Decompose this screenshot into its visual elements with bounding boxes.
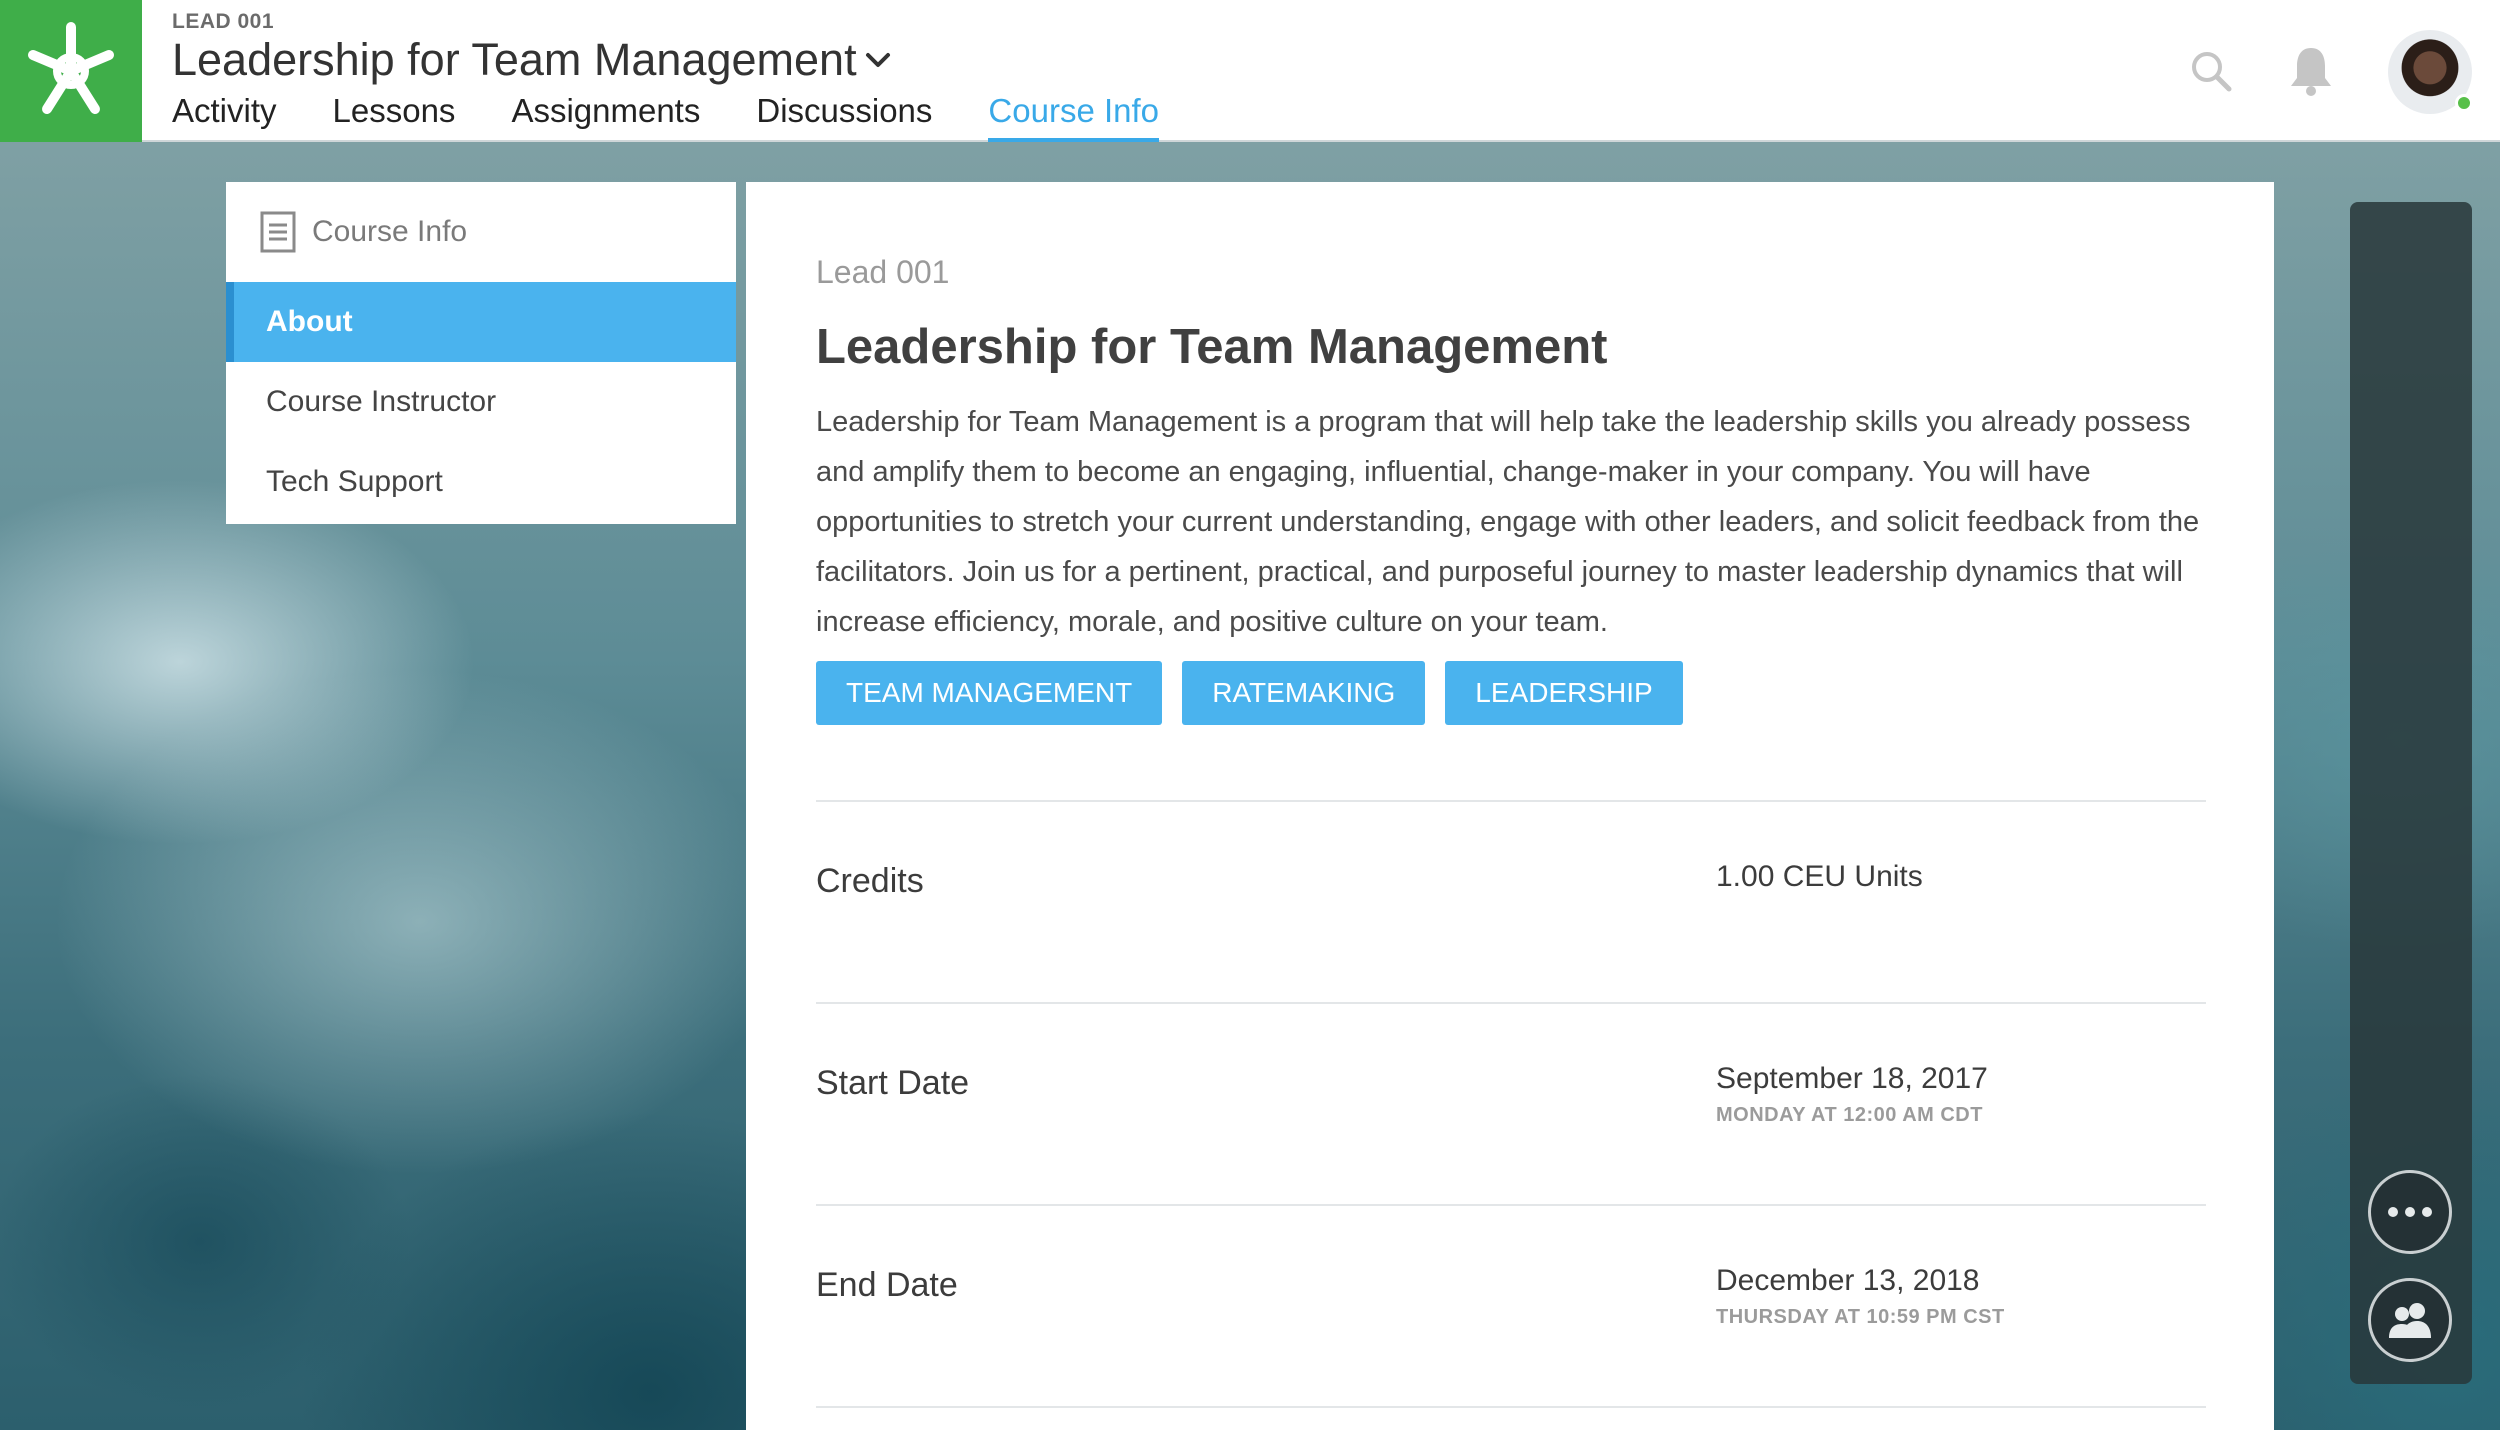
course-code: LEAD 001 — [172, 10, 275, 33]
end-date-label: End Date — [816, 1266, 958, 1304]
search-icon[interactable] — [2190, 50, 2232, 97]
asterisk-logo-icon — [28, 22, 114, 114]
top-bar: LEAD 001 Leadership for Team Management … — [0, 0, 2500, 142]
end-date-detail: THURSDAY AT 10:59 PM CST — [1716, 1306, 2005, 1328]
participants-button[interactable] — [2368, 1278, 2452, 1362]
people-icon — [2389, 1303, 2431, 1338]
tab-activity[interactable]: Activity — [172, 92, 277, 142]
online-status-indicator — [2455, 94, 2473, 112]
bell-icon[interactable] — [2288, 44, 2334, 101]
credits-row: Credits 1.00 CEU Units — [816, 800, 2206, 1002]
course-info-menu: Course Info About Course Instructor Tech… — [226, 182, 736, 524]
start-date-label: Start Date — [816, 1064, 970, 1102]
tab-course-info[interactable]: Course Info — [988, 92, 1159, 142]
menu-header: Course Info — [226, 182, 736, 282]
ellipsis-icon — [2388, 1207, 2432, 1217]
document-icon — [260, 211, 296, 253]
tag-list: TEAM MANAGEMENT RATEMAKING LEADERSHIP — [816, 661, 2206, 725]
menu-title: Course Info — [312, 215, 468, 248]
course-code-label: Lead 001 — [816, 254, 950, 290]
tab-lessons[interactable]: Lessons — [333, 92, 456, 142]
brand-logo[interactable] — [0, 0, 142, 142]
credits-value: 1.00 CEU Units — [1716, 860, 1923, 893]
course-description: Leadership for Team Management is a prog… — [816, 406, 2200, 638]
tag-team-management[interactable]: TEAM MANAGEMENT — [816, 661, 1163, 725]
divider — [816, 1406, 2206, 1426]
about-card: Lead 001 Leadership for Team Management … — [746, 182, 2274, 1430]
credits-label: Credits — [816, 862, 924, 900]
sidebar-item-tech-support[interactable]: Tech Support — [226, 442, 736, 522]
more-options-button[interactable] — [2368, 1170, 2452, 1254]
start-date-value: September 18, 2017 — [1716, 1062, 1988, 1095]
course-nav: Activity Lessons Assignments Discussions… — [172, 92, 1215, 142]
end-date-value: December 13, 2018 — [1716, 1264, 1980, 1297]
tag-ratemaking[interactable]: RATEMAKING — [1182, 661, 1426, 725]
course-title-text: Leadership for Team Management — [172, 34, 857, 85]
start-date-row: Start Date September 18, 2017 MONDAY AT … — [816, 1002, 2206, 1204]
sidebar-item-about[interactable]: About — [226, 282, 736, 362]
tag-leadership[interactable]: LEADERSHIP — [1445, 661, 1683, 725]
end-date-row: End Date December 13, 2018 THURSDAY AT 1… — [816, 1204, 2206, 1406]
course-title-dropdown[interactable]: Leadership for Team Management — [172, 34, 891, 86]
tab-discussions[interactable]: Discussions — [756, 92, 932, 142]
sidebar-item-course-instructor[interactable]: Course Instructor — [226, 362, 736, 442]
page-title: Leadership for Team Management — [816, 320, 1608, 374]
chevron-down-icon — [865, 50, 891, 70]
start-date-detail: MONDAY AT 12:00 AM CDT — [1716, 1104, 1983, 1126]
tab-assignments[interactable]: Assignments — [511, 92, 700, 142]
